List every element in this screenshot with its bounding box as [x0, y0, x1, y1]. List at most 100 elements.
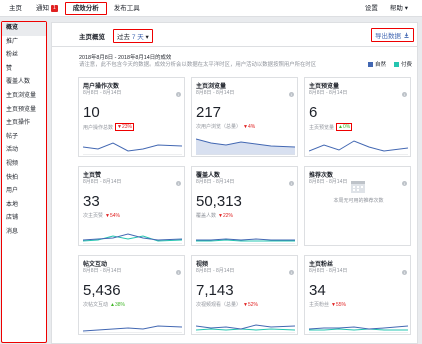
card-sub-label: 次用户浏览（总量） — [196, 124, 242, 130]
settings-link[interactable]: 设置 — [359, 2, 384, 15]
top-bar: 主页 通知 1 成效分析 发布工具 设置 帮助 ▾ — [0, 0, 422, 17]
sidebar-item-likes[interactable]: 赞 — [2, 63, 46, 77]
sidebar-item-local[interactable]: 本地 — [2, 199, 46, 213]
card-value: 5,436 — [83, 282, 121, 299]
sidebar-item-shop[interactable]: 店铺 — [2, 212, 46, 226]
card-sub-label: 主页粉丝 — [309, 302, 330, 308]
card-date: 8月8日 - 8月14日 — [196, 268, 235, 274]
card-sub-label: 用户操作总数 — [83, 124, 114, 131]
card-subtitle: 用户操作总数 ▼23% — [83, 123, 134, 131]
sparkline-chart — [309, 325, 408, 333]
tab-insights-label: 成效分析 — [72, 5, 99, 12]
card-videos[interactable]: 视频 8月8日 - 8月14日 i 7,143 次视频观看（总量） ▼52% — [191, 255, 298, 335]
card-date: 8月8日 - 8月14日 — [196, 179, 235, 185]
no-data-message: 本周无可用的推荐次数 — [305, 181, 412, 204]
help-label: 帮助 ▾ — [389, 5, 408, 12]
sidebar-item-videos[interactable]: 视频 — [2, 158, 46, 172]
card-recommendations[interactable]: 推荐次数 8月8日 - 8月14日 i 本周无可用的推荐次数 — [304, 166, 411, 246]
sparkline-organic — [309, 140, 408, 152]
sidebar-item-people[interactable]: 用户 — [2, 185, 46, 199]
card-subtitle: 次视频观看（总量） ▼52% — [196, 301, 258, 309]
info-icon[interactable]: i — [402, 181, 407, 186]
card-page-likes[interactable]: 主页赞 8月8日 - 8月14日 i 33 次主页赞 ▼54% — [78, 166, 185, 246]
sidebar-item-promotions[interactable]: 推广 — [2, 36, 46, 50]
period-selector[interactable]: 过去 7 天 ▾ — [113, 29, 153, 43]
sparkline-organic — [83, 233, 182, 241]
card-subtitle: 次用户浏览（总量） ▼4% — [196, 123, 255, 131]
change-indicator: ▼23% — [115, 123, 134, 131]
top-right-nav: 设置 帮助 ▾ — [359, 2, 414, 15]
settings-label: 设置 — [364, 5, 378, 12]
sidebar-item-messages[interactable]: 消息 — [2, 226, 46, 240]
export-label: 导出数据 — [375, 33, 401, 40]
overview-header: 主页概览 过去 7 天 ▾ 导出数据 — [52, 23, 417, 47]
timezone-note: 请注意，此不包含今天的数据。成效分析会以数据在太平洋时区，用户活动以数据按照用户… — [79, 62, 317, 68]
change-indicator: ▼22% — [218, 212, 233, 219]
sparkline-organic — [309, 325, 408, 330]
sidebar: 概览 推广 粉丝 赞 覆盖人数 主页浏览量 主页预览量 主页操作 帖子 活动 视… — [1, 21, 47, 343]
card-subtitle: 主页粉丝 ▼55% — [309, 301, 346, 309]
sidebar-item-actions[interactable]: 主页操作 — [2, 117, 46, 131]
main-panel: 主页概览 过去 7 天 ▾ 导出数据 2018年8月8日 - 2018年8月14… — [51, 22, 418, 344]
sparkline-organic — [83, 142, 182, 152]
chevron-down-icon: ▾ — [145, 34, 149, 41]
sidebar-item-stories[interactable]: 快拍 — [2, 172, 46, 186]
tab-publishing-tools-label: 发布工具 — [113, 5, 140, 12]
change-indicator: ▼55% — [331, 301, 346, 308]
card-subtitle: 次帖文互动 ▲38% — [83, 301, 125, 309]
sidebar-item-followers[interactable]: 粉丝 — [2, 49, 46, 63]
top-nav: 主页 通知 1 成效分析 发布工具 — [2, 2, 147, 15]
card-sub-label: 主页预览量 — [309, 124, 335, 131]
legend-paid-swatch — [393, 62, 399, 68]
change-indicator: ▼54% — [105, 212, 120, 219]
sparkline-chart — [196, 238, 295, 244]
legend-organic: 自然 — [367, 60, 386, 68]
info-icon[interactable]: i — [289, 181, 294, 186]
page-summary-title: 主页概览 — [79, 34, 105, 41]
card-value: 33 — [83, 193, 100, 210]
card-actions[interactable]: 用户操作次数 8月8日 - 8月14日 i 10 用户操作总数 ▼23% — [78, 77, 185, 157]
legend-organic-swatch — [367, 62, 373, 68]
info-icon[interactable]: i — [402, 270, 407, 275]
sidebar-item-overview[interactable]: 概览 — [2, 22, 46, 36]
sparkline-organic — [83, 325, 182, 332]
tab-home[interactable]: 主页 — [2, 2, 29, 15]
card-page-previews[interactable]: 主页预览量 8月8日 - 8月14日 i 6 主页预览量 ▲0% — [304, 77, 411, 157]
sparkline-paid — [83, 235, 182, 242]
card-page-views[interactable]: 主页浏览量 8月8日 - 8月14日 i 217 次用户浏览（总量） ▼4% — [191, 77, 298, 157]
info-icon[interactable]: i — [289, 270, 294, 275]
card-date: 8月8日 - 8月14日 — [196, 90, 235, 96]
sidebar-item-events[interactable]: 活动 — [2, 144, 46, 158]
calendar-icon — [351, 181, 365, 193]
info-icon[interactable]: i — [289, 92, 294, 97]
card-sub-label: 次帖文互动 — [83, 302, 109, 308]
info-icon[interactable]: i — [176, 92, 181, 97]
info-icon[interactable]: i — [402, 92, 407, 97]
info-icon[interactable]: i — [176, 181, 181, 186]
tab-insights[interactable]: 成效分析 — [64, 2, 107, 15]
sparkline-area — [196, 139, 295, 155]
sparkline-organic — [196, 324, 295, 330]
sparkline-chart — [309, 140, 408, 155]
info-icon[interactable]: i — [176, 270, 181, 275]
card-reach[interactable]: 覆盖人数 8月8日 - 8月14日 i 50,313 覆盖人数 ▼22% — [191, 166, 298, 246]
export-data-button[interactable]: 导出数据 — [371, 28, 414, 42]
help-dropdown[interactable]: 帮助 ▾ — [384, 2, 414, 15]
sidebar-item-reach[interactable]: 覆盖人数 — [2, 76, 46, 90]
card-value: 10 — [83, 104, 100, 121]
sparkline-chart — [196, 324, 295, 333]
sidebar-item-page-views[interactable]: 主页浏览量 — [2, 90, 46, 104]
sidebar-item-posts[interactable]: 帖子 — [2, 131, 46, 145]
tab-publishing-tools[interactable]: 发布工具 — [107, 2, 147, 15]
card-sub-label: 次主页赞 — [83, 213, 104, 219]
card-post-engagement[interactable]: 帖文互动 8月8日 - 8月14日 i 5,436 次帖文互动 ▲38% — [78, 255, 185, 335]
card-page-followers[interactable]: 主页粉丝 8月8日 - 8月14日 i 34 主页粉丝 ▼55% — [304, 255, 411, 335]
change-indicator: ▼52% — [243, 301, 258, 308]
tab-notifications[interactable]: 通知 1 — [29, 2, 65, 15]
period-prefix: 过去 — [117, 34, 130, 41]
sparkline-organic — [196, 238, 295, 241]
sparkline-chart — [83, 142, 182, 155]
sidebar-item-page-previews[interactable]: 主页预览量 — [2, 104, 46, 118]
sparkline-paid — [196, 328, 295, 331]
sparkline-chart — [83, 233, 182, 244]
